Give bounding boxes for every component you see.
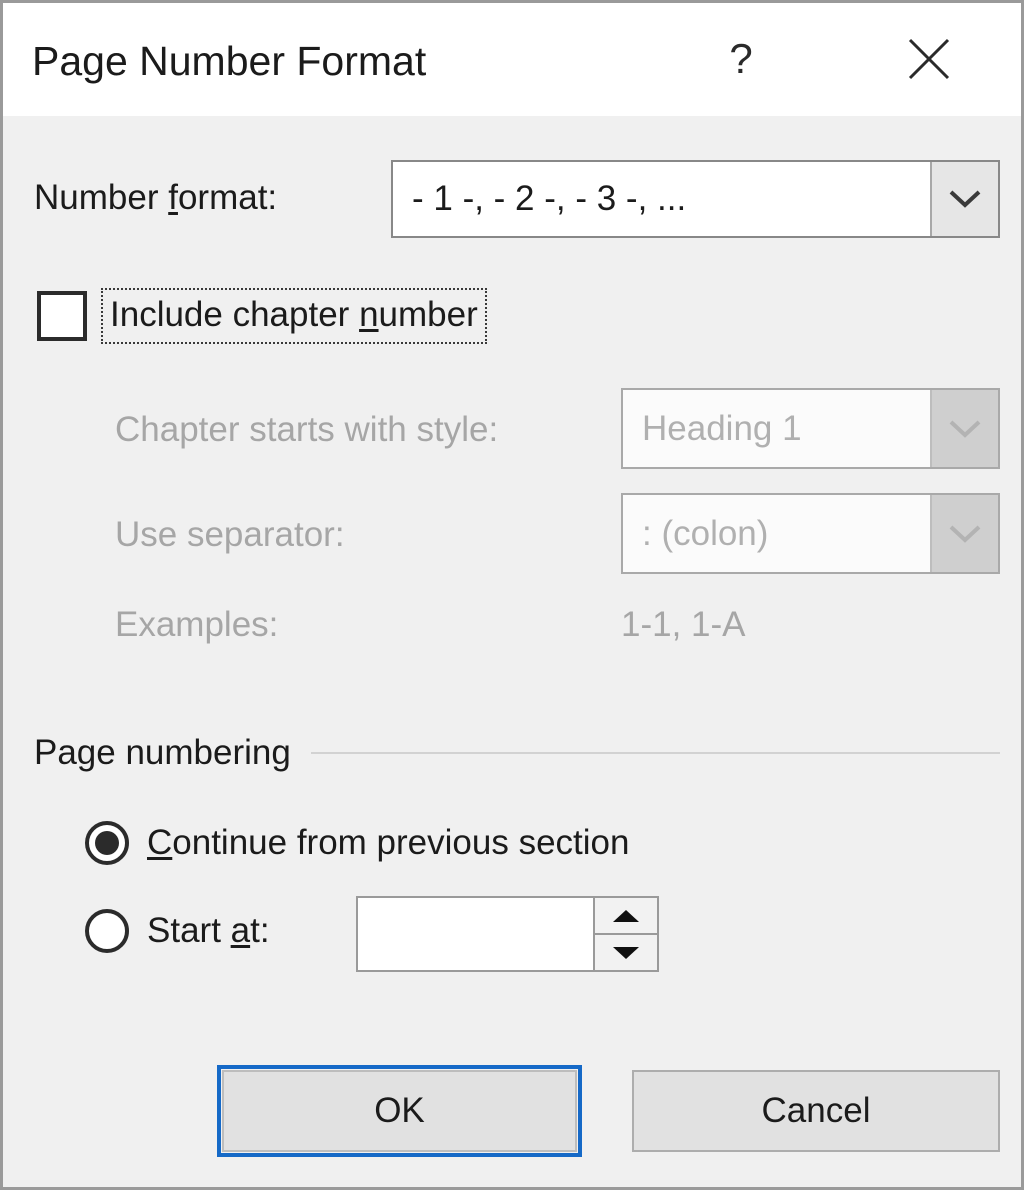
use-separator-dropdown-button[interactable] <box>930 495 998 572</box>
checkbox-box-icon[interactable] <box>37 291 87 341</box>
close-icon <box>904 34 954 84</box>
ok-button[interactable]: OK <box>217 1065 582 1157</box>
close-button[interactable] <box>887 17 971 101</box>
help-button[interactable]: ? <box>699 17 783 101</box>
start-at-spinner[interactable] <box>356 896 659 972</box>
page-numbering-group-header: Page numbering <box>34 733 1000 773</box>
use-separator-label: Use separator: <box>115 515 345 554</box>
number-format-label: Number format: <box>34 178 278 217</box>
question-mark-icon: ? <box>729 35 753 82</box>
chevron-down-icon <box>949 190 981 208</box>
dialog-body: Number format: - 1 -, - 2 -, - 3 -, ... … <box>3 116 1021 1187</box>
number-format-value: - 1 -, - 2 -, - 3 -, ... <box>412 179 687 218</box>
number-format-dropdown-button[interactable] <box>930 162 998 236</box>
dialog-title: Page Number Format <box>32 38 427 84</box>
cancel-button[interactable]: Cancel <box>632 1070 1000 1152</box>
cancel-button-label: Cancel <box>761 1091 871 1130</box>
number-format-combobox[interactable]: - 1 -, - 2 -, - 3 -, ... <box>391 160 1000 238</box>
spinner-decrement-button[interactable] <box>595 935 657 970</box>
chapter-style-value: Heading 1 <box>642 408 802 448</box>
chevron-down-icon <box>949 525 981 543</box>
page-numbering-group-title: Page numbering <box>34 733 291 772</box>
include-chapter-number-checkbox[interactable]: Include chapter number <box>37 288 487 344</box>
title-bar: Page Number Format ? <box>3 3 1021 116</box>
radio-button-icon[interactable] <box>85 909 129 953</box>
page-number-format-dialog: Page Number Format ? Number format: - 1 … <box>0 0 1024 1190</box>
radio-button-icon[interactable] <box>85 821 129 865</box>
chapter-style-combobox[interactable]: Heading 1 <box>621 388 1000 469</box>
examples-value: 1-1, 1-A <box>621 605 746 644</box>
start-at-input[interactable] <box>358 898 593 970</box>
triangle-down-icon <box>613 946 639 959</box>
chevron-down-icon <box>949 420 981 438</box>
checkbox-focus-rect: Include chapter number <box>101 288 487 344</box>
ok-button-label: OK <box>374 1091 425 1130</box>
radio-start-at-label: Start at: <box>147 911 270 950</box>
group-divider <box>310 752 1000 754</box>
chapter-style-label: Chapter starts with style: <box>115 410 499 449</box>
spinner-buttons <box>593 898 657 970</box>
include-chapter-number-label: Include chapter number <box>110 295 478 334</box>
use-separator-combobox[interactable]: : (colon) <box>621 493 1000 574</box>
use-separator-value: : (colon) <box>642 513 769 553</box>
radio-start-at[interactable]: Start at: <box>85 909 270 953</box>
chapter-style-dropdown-button[interactable] <box>930 390 998 467</box>
triangle-up-icon <box>613 909 639 922</box>
examples-label: Examples: <box>115 605 279 644</box>
spinner-increment-button[interactable] <box>595 898 657 935</box>
radio-continue-from-previous-section[interactable]: Continue from previous section <box>85 821 629 865</box>
radio-continue-label: Continue from previous section <box>147 823 630 862</box>
